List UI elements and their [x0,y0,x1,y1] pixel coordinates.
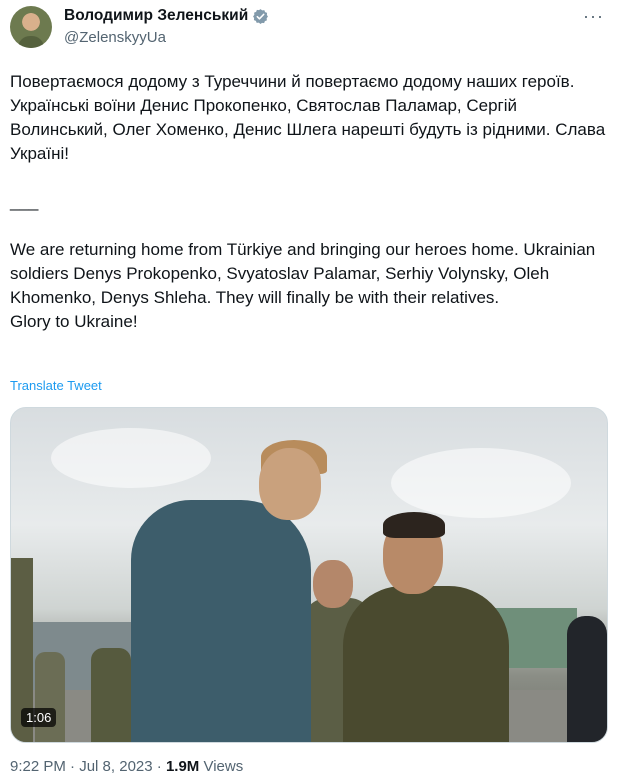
translate-tweet-link[interactable]: Translate Tweet [10,378,102,393]
tweet-paragraph-ukrainian: Повертаємося додому з Туреччини й поверт… [10,72,606,163]
author-handle[interactable]: @ZelenskyyUa [64,29,166,46]
man-head [313,560,353,608]
cloud [51,428,211,488]
tweet-time[interactable]: 9:22 PM [10,758,66,775]
man-in-blue-shirt [131,500,311,742]
tweet-meta: 9:22 PM · Jul 8, 2023 · 1.9M Views [10,758,243,775]
soldier-figure [35,652,65,742]
tweet-text: Повертаємося додому з Туреччини й поверт… [10,70,615,334]
video-duration-badge: 1:06 [21,708,57,727]
tweet-video[interactable]: 1:06 [10,407,608,743]
tweet-divider: ___ [10,192,39,211]
tweet-paragraph-english: We are returning home from Türkiye and b… [10,240,596,307]
more-options-icon[interactable]: ··· [583,6,604,27]
verified-badge-icon [253,8,269,24]
man-hair [383,512,445,538]
man-head [259,448,321,520]
man-in-suit [567,616,607,742]
soldier-figure [91,648,131,742]
tweet-paragraph-glory: Glory to Ukraine! [10,312,138,331]
meta-separator: · [152,758,166,775]
views-label: Views [199,758,244,775]
man-in-olive-tshirt [343,586,509,742]
tweet-date[interactable]: Jul 8, 2023 [79,758,152,775]
author-avatar[interactable] [10,6,52,48]
meta-separator: · [65,758,80,775]
cloud [391,448,571,518]
author-name[interactable]: Володимир Зеленський [64,7,248,25]
views-count[interactable]: 1.9M [166,758,199,775]
author-name-row[interactable]: Володимир Зеленський [64,7,269,25]
